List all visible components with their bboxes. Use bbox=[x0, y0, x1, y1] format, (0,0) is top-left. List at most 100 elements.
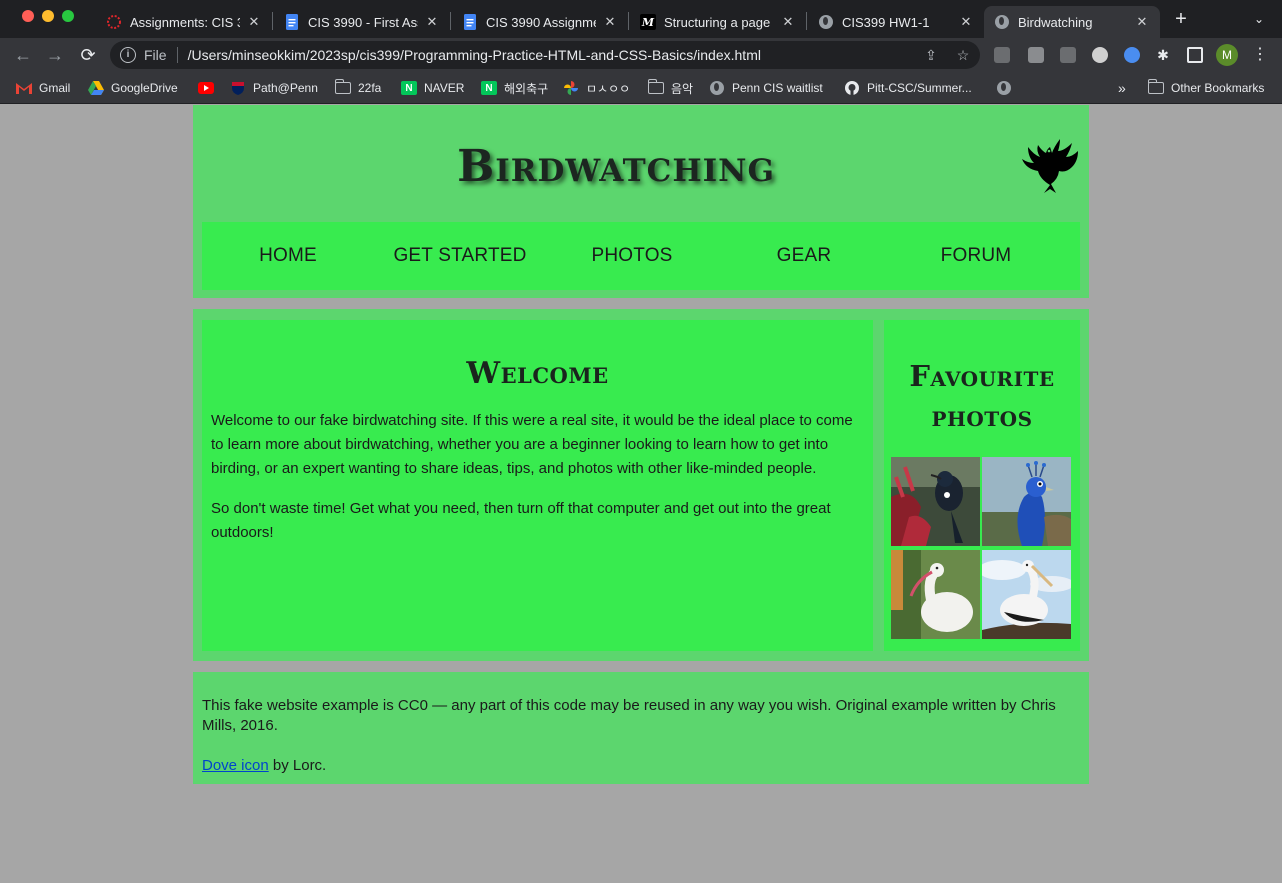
puzzle-extensions-icon[interactable]: ✱ bbox=[1155, 47, 1171, 63]
forward-arrow-icon[interactable]: → bbox=[44, 44, 66, 66]
bookmark-pitt-csc[interactable]: Pitt-CSC/Summer... bbox=[844, 79, 972, 97]
peacock-photo[interactable] bbox=[982, 457, 1071, 546]
tab-title: CIS 3990 - First Ass bbox=[308, 14, 418, 30]
icon-credit-text: by Lorc. bbox=[268, 757, 327, 774]
close-window-button[interactable] bbox=[22, 10, 34, 22]
bookmark-naver-soccer[interactable]: N 해외축구 bbox=[481, 79, 548, 97]
svg-text:M: M bbox=[641, 16, 655, 29]
welcome-heading: Welcome bbox=[466, 356, 609, 391]
extension-icon[interactable] bbox=[1028, 47, 1044, 63]
photo-grid bbox=[891, 457, 1073, 643]
browser-tab[interactable]: CIS 3990 - First Ass ✕ bbox=[274, 6, 450, 38]
profile-avatar[interactable]: M bbox=[1216, 44, 1238, 66]
site-title: Birdwatching bbox=[457, 141, 775, 192]
new-tab-button[interactable]: + bbox=[1170, 8, 1192, 30]
nav-forum[interactable]: FORUM bbox=[890, 245, 1062, 267]
dove-icon bbox=[1022, 139, 1078, 193]
browser-menu-icon[interactable]: ⋮ bbox=[1252, 45, 1268, 65]
close-tab-icon[interactable]: ✕ bbox=[1134, 14, 1150, 30]
nav-home[interactable]: HOME bbox=[202, 245, 374, 267]
tab-title: Birdwatching bbox=[1018, 14, 1093, 30]
globe-icon bbox=[709, 81, 725, 95]
browser-tab[interactable]: Assignments: CIS 39 ✕ bbox=[96, 6, 272, 38]
google-photos-icon bbox=[563, 81, 579, 95]
bookmark-photos[interactable]: ㅁㅅㅇㅇ bbox=[563, 79, 630, 97]
bookmark-label: NAVER bbox=[424, 81, 465, 95]
tab-title: Structuring a page c bbox=[664, 14, 774, 30]
favourite-photos-heading: Favourite photos bbox=[909, 359, 1055, 433]
tab-title: CIS 3990 Assignme bbox=[486, 14, 596, 30]
bookmark-path-at-penn[interactable]: Path@Penn bbox=[230, 79, 318, 97]
nav-photos[interactable]: PHOTOS bbox=[546, 245, 718, 267]
bookmark-label: Gmail bbox=[39, 81, 71, 95]
canvas-icon bbox=[106, 14, 122, 30]
bookmark-folder-22fa[interactable]: 22fa bbox=[334, 79, 382, 97]
bookmarks-overflow-chevron[interactable]: » bbox=[1118, 79, 1126, 97]
dove-icon-link[interactable]: Dove icon bbox=[202, 757, 269, 774]
nav-gear[interactable]: GEAR bbox=[718, 245, 890, 267]
address-url[interactable]: /Users/minseokkim/2023sp/cis399/Programm… bbox=[188, 47, 761, 63]
extension-icon[interactable] bbox=[1060, 47, 1076, 63]
google-docs-icon bbox=[284, 14, 300, 30]
close-tab-icon[interactable]: ✕ bbox=[424, 14, 440, 30]
nav-get-started[interactable]: GET STARTED bbox=[374, 245, 546, 267]
bookmark-other-bookmarks[interactable]: Other Bookmarks bbox=[1147, 79, 1265, 97]
tab-title: Assignments: CIS 39 bbox=[130, 14, 240, 30]
google-drive-icon bbox=[88, 81, 104, 95]
google-docs-icon bbox=[462, 14, 478, 30]
side-panel-icon[interactable] bbox=[1187, 47, 1203, 63]
globe-icon bbox=[818, 14, 834, 30]
site-header: Birdwatching HOME GET STARTED PHOTOS GEA… bbox=[193, 105, 1089, 298]
zoom-window-button[interactable] bbox=[62, 10, 74, 22]
browser-tab[interactable]: CIS 3990 Assignme ✕ bbox=[452, 6, 628, 38]
close-tab-icon[interactable]: ✕ bbox=[958, 14, 974, 30]
close-tab-icon[interactable]: ✕ bbox=[246, 14, 262, 30]
bookmarks-bar: Gmail GoogleDrive Path@Penn 22fa N NAVER… bbox=[0, 72, 1282, 104]
extension-icon[interactable] bbox=[1124, 47, 1140, 63]
outdoors-paragraph: So don't waste time! Get what you need, … bbox=[211, 500, 831, 541]
reload-icon[interactable]: ⟳ bbox=[77, 44, 99, 66]
back-arrow-icon[interactable]: ← bbox=[12, 44, 34, 66]
site-info-icon[interactable]: i bbox=[120, 47, 136, 63]
close-tab-icon[interactable]: ✕ bbox=[780, 14, 796, 30]
content-section: Welcome Welcome to our fake birdwatching… bbox=[193, 309, 1089, 661]
folder-icon bbox=[1147, 79, 1164, 95]
bookmark-label: Penn CIS waitlist bbox=[732, 81, 823, 95]
bookmark-label: Other Bookmarks bbox=[1171, 81, 1265, 95]
stork-photo[interactable] bbox=[982, 550, 1071, 639]
bookmark-label: GoogleDrive bbox=[111, 81, 178, 95]
naver-icon: N bbox=[401, 81, 417, 95]
license-text: This fake website example is CC0 — any p… bbox=[202, 697, 1056, 734]
browser-tab[interactable]: CIS399 HW1-1 ✕ bbox=[808, 6, 984, 38]
share-icon[interactable]: ⇪ bbox=[922, 46, 940, 64]
browser-tab-active[interactable]: Birdwatching ✕ bbox=[984, 6, 1160, 38]
page-viewport: Birdwatching HOME GET STARTED PHOTOS GEA… bbox=[0, 105, 1282, 883]
folder-icon bbox=[647, 79, 664, 95]
bookmark-gmail[interactable]: Gmail bbox=[16, 79, 70, 97]
bookmark-youtube[interactable] bbox=[198, 79, 221, 97]
bookmark-label: ㅁㅅㅇㅇ bbox=[586, 81, 631, 96]
white-ibis-photo[interactable] bbox=[891, 550, 980, 639]
bookmark-globe[interactable] bbox=[996, 79, 1019, 97]
tui-bird-photo[interactable] bbox=[891, 457, 980, 546]
bookmark-label: 22fa bbox=[358, 81, 382, 95]
extension-icon[interactable] bbox=[994, 47, 1010, 63]
address-bar[interactable]: i File /Users/minseokkim/2023sp/cis399/P… bbox=[110, 41, 980, 69]
minimize-window-button[interactable] bbox=[42, 10, 54, 22]
gmail-icon bbox=[16, 81, 32, 95]
tab-search-chevron-icon[interactable]: ⌄ bbox=[1250, 10, 1268, 28]
bookmark-naver[interactable]: N NAVER bbox=[401, 79, 464, 97]
bookmark-folder-music[interactable]: 음악 bbox=[647, 79, 693, 97]
tab-title: CIS399 HW1-1 bbox=[842, 14, 930, 30]
bookmark-penn-cis-waitlist[interactable]: Penn CIS waitlist bbox=[709, 79, 823, 97]
naver-icon: N bbox=[481, 81, 497, 95]
bookmark-label: 해외축구 bbox=[504, 81, 549, 96]
browser-tab[interactable]: M Structuring a page c ✕ bbox=[630, 6, 806, 38]
github-icon bbox=[844, 81, 860, 95]
bookmark-star-icon[interactable]: ☆ bbox=[954, 46, 972, 64]
main-nav: HOME GET STARTED PHOTOS GEAR FORUM bbox=[202, 222, 1080, 290]
close-tab-icon[interactable]: ✕ bbox=[602, 14, 618, 30]
extension-icon[interactable] bbox=[1092, 47, 1108, 63]
penn-shield-icon bbox=[230, 81, 246, 95]
bookmark-googledrive[interactable]: GoogleDrive bbox=[88, 79, 178, 97]
